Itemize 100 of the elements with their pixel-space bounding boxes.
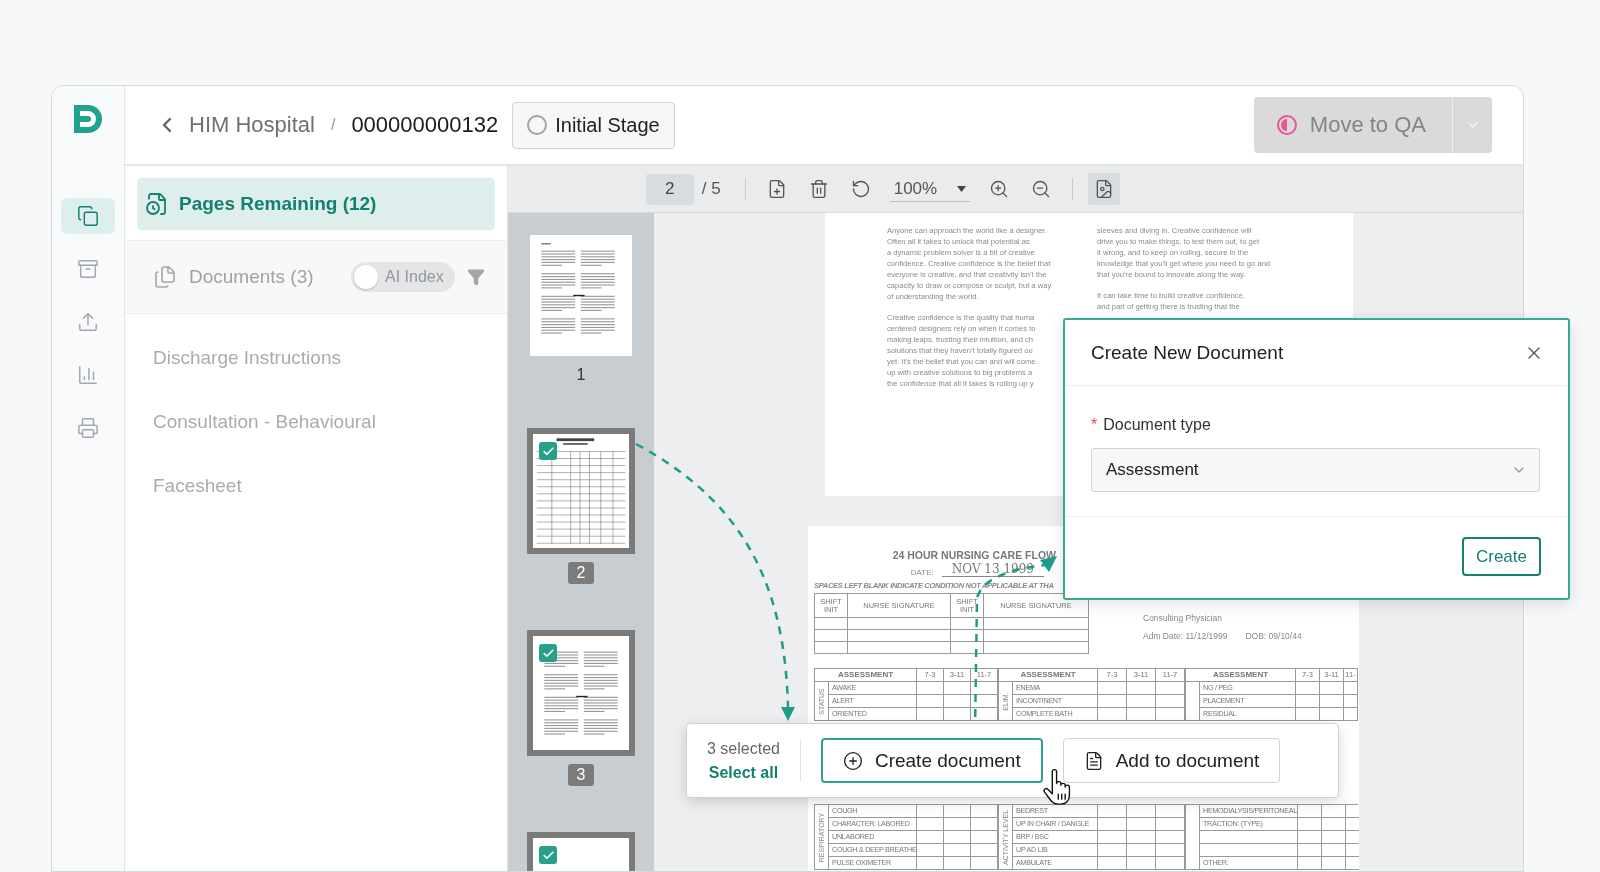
table-header: ASSESSMENT — [815, 669, 917, 682]
file-clock-icon — [145, 192, 169, 216]
date-of-birth: DOB: 09/10/44 — [1245, 631, 1302, 641]
table-cell — [1098, 818, 1127, 831]
documents-icon — [153, 265, 177, 289]
table-cell — [1297, 857, 1322, 870]
create-document-button[interactable]: Create document — [820, 738, 1043, 783]
table-cell — [1321, 857, 1346, 870]
page-total: / 5 — [701, 179, 721, 199]
table-cell — [1127, 844, 1156, 857]
add-to-document-button[interactable]: Add to document — [1062, 738, 1281, 783]
table-cell — [1127, 831, 1156, 844]
checkbox[interactable] — [539, 644, 557, 662]
table-cell — [1098, 844, 1127, 857]
table-cell — [1297, 831, 1322, 844]
sidebar-item[interactable] — [61, 198, 115, 234]
table-cell — [1344, 695, 1358, 708]
dialog-title: Create New Document — [1091, 341, 1284, 364]
check-icon — [541, 848, 555, 862]
half-circle-icon — [1275, 114, 1298, 136]
zoom-out-icon — [1031, 178, 1052, 200]
page-number-field[interactable]: 2 — [645, 173, 694, 205]
page-view-button[interactable] — [1088, 173, 1121, 205]
table-cell — [951, 642, 984, 654]
breadcrumb-link[interactable]: HIM Hospital — [189, 112, 315, 138]
upload-icon — [77, 311, 99, 333]
table-cell — [1127, 857, 1156, 870]
table-cell — [944, 708, 971, 721]
zoom-in-icon — [989, 178, 1010, 200]
table-cell — [917, 818, 945, 831]
table-cell — [951, 618, 984, 630]
fax-icon — [77, 417, 99, 439]
date-label: DATE: — [910, 568, 934, 577]
rotate-icon — [850, 179, 871, 199]
table-cell — [1297, 844, 1322, 857]
page-number: 1 — [576, 365, 586, 385]
table-cell — [1320, 708, 1344, 721]
table-cell — [917, 844, 945, 857]
table-cell — [1098, 695, 1127, 708]
page-number: 3 — [567, 764, 595, 786]
bar-chart-icon — [77, 364, 99, 386]
table-cell — [1296, 708, 1320, 721]
circle-icon — [527, 115, 548, 135]
table-cell — [1296, 682, 1320, 695]
table-cell — [1127, 708, 1156, 721]
select-all-link[interactable]: Select all — [708, 763, 779, 782]
plus-circle-icon — [842, 750, 863, 771]
create-button[interactable]: Create — [1461, 537, 1541, 576]
document-type-select[interactable]: Assessment — [1091, 448, 1540, 492]
table-cell — [1127, 695, 1156, 708]
table-cell — [951, 630, 984, 642]
table-cell — [1320, 682, 1344, 695]
trash-icon — [808, 179, 829, 199]
checkbox[interactable] — [539, 846, 557, 864]
table-cell — [1344, 708, 1358, 721]
table-cell — [1320, 695, 1344, 708]
physician-label: Consulting Physician — [1143, 613, 1223, 623]
table-cell — [944, 695, 971, 708]
table-cell — [1297, 818, 1322, 831]
check-icon — [541, 444, 555, 458]
page-thumbnail[interactable] — [527, 630, 635, 756]
table-cell — [944, 857, 972, 870]
filter-icon[interactable] — [467, 268, 485, 286]
table-cell — [1321, 831, 1346, 844]
pages-remaining-tab[interactable]: Pages Remaining (12) — [137, 178, 495, 230]
check-icon — [541, 646, 555, 660]
table-cell — [1098, 857, 1127, 870]
table-cell — [1321, 818, 1346, 831]
table-cell — [1098, 831, 1127, 844]
zoom-select[interactable]: 100% — [889, 176, 971, 202]
page-number: 2 — [567, 562, 595, 584]
table-cell — [944, 818, 972, 831]
table-cell — [1296, 695, 1320, 708]
table-cell — [917, 857, 945, 870]
copy-icon — [77, 205, 99, 227]
table-header: ASSESSMENT — [999, 669, 1098, 682]
table-cell — [1098, 682, 1127, 695]
checkbox[interactable] — [539, 442, 557, 460]
caret-icon — [957, 185, 967, 192]
selected-count: 3 selected — [707, 739, 780, 758]
table-cell — [1127, 682, 1156, 695]
field-label: * Document type — [1091, 416, 1212, 434]
table-cell — [944, 682, 971, 695]
table-cell — [944, 844, 972, 857]
table-header: ASSESSMENT — [1186, 669, 1296, 682]
table-cell — [1127, 818, 1156, 831]
form-title: 24 HOUR NURSING CARE FLOW — [891, 549, 1057, 561]
table-cell — [917, 682, 944, 695]
stage-button[interactable]: Initial Stage — [512, 101, 675, 149]
page-thumbnail[interactable] — [527, 428, 635, 554]
archive-icon — [77, 258, 99, 280]
table-cell — [917, 708, 944, 721]
table-cell — [1321, 844, 1346, 857]
table-cell — [917, 695, 944, 708]
table-cell — [1098, 708, 1127, 721]
table-cell — [917, 831, 945, 844]
record-id: 000000000132 — [351, 112, 499, 138]
admission-date: Adm Date: 11/12/1999 — [1143, 631, 1228, 641]
table-cell — [944, 831, 972, 844]
breadcrumb-separator: / — [330, 116, 336, 134]
